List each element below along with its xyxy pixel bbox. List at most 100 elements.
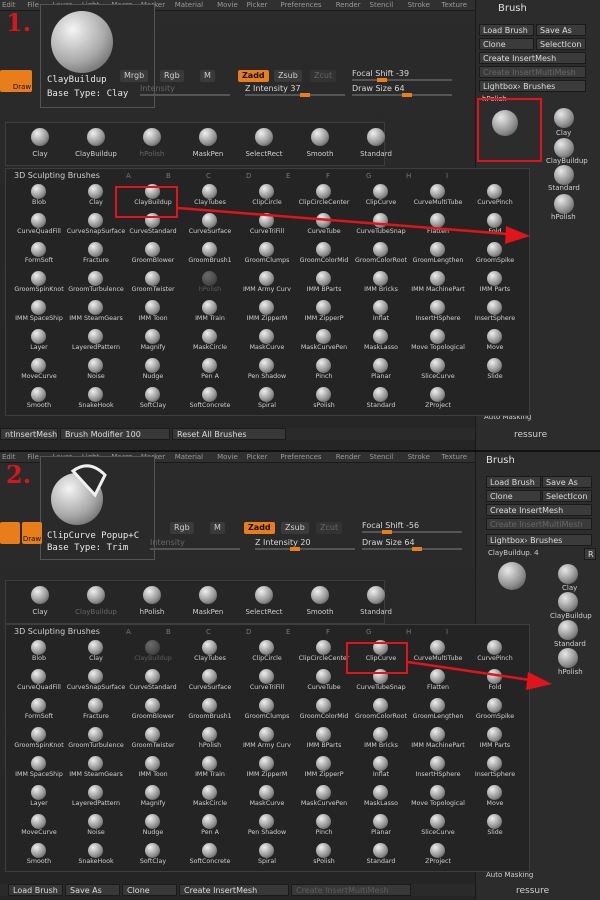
pressure-label[interactable]: ressure (516, 886, 549, 896)
rgb-button[interactable]: Rgb (170, 522, 194, 534)
brush-cell-imm-bricks[interactable]: IMM Bricks (352, 270, 410, 294)
brush-cell-insertsphere[interactable]: InsertSphere (466, 755, 524, 779)
brush-cell-clipcirclecenter[interactable]: ClipCircleCenter (295, 183, 353, 207)
zadd-button[interactable]: Zadd (244, 522, 275, 534)
brush-cell-curvemultitube[interactable]: CurveMultiTube (409, 183, 467, 207)
brush-cell-blob[interactable]: Blob (10, 639, 68, 663)
menu-item-render[interactable]: Render (336, 453, 361, 461)
menu-item-stroke[interactable]: Stroke (408, 453, 430, 461)
brush-cell-imm-parts[interactable]: IMM Parts (466, 270, 524, 294)
quick-brush-selectrect[interactable]: SelectRect (234, 582, 294, 622)
quick-brush-claybuildup[interactable]: ClayBuildup (66, 124, 126, 164)
rgb-intensity-slider[interactable]: Intensity (140, 84, 230, 96)
brush-cell-groomcolorroot[interactable]: GroomColorRoot (352, 241, 410, 265)
brush-cell-groomturbulence[interactable]: GroomTurbulence (67, 726, 125, 750)
brush-cell-groomlengthen[interactable]: GroomLengthen (409, 697, 467, 721)
brush-cell-nudge[interactable]: Nudge (124, 813, 182, 837)
brush-cell-claytubes[interactable]: ClayTubes (181, 183, 239, 207)
claybuildup-brush-icon[interactable] (558, 592, 578, 612)
brush-cell-imm-toon[interactable]: IMM Toon (124, 755, 182, 779)
brush-cell-imm-zipperp[interactable]: IMM ZipperP (295, 755, 353, 779)
r-button[interactable]: R (584, 548, 596, 560)
brush-cell-nudge[interactable]: Nudge (124, 357, 182, 381)
brush-cell-imm-bparts[interactable]: IMM BParts (295, 270, 353, 294)
menu-item-texture[interactable]: Texture (441, 1, 467, 9)
focal-shift-knob[interactable] (382, 530, 392, 534)
brush-cell-zproject[interactable]: ZProject (409, 386, 467, 410)
brush-cell-clipcirclecenter[interactable]: ClipCircleCenter (295, 639, 353, 663)
brush-cell-hpolish[interactable]: hPolish (181, 270, 239, 294)
save-as-button[interactable]: Save As (536, 24, 586, 36)
standard-brush-icon[interactable] (554, 165, 574, 185)
brush-cell-fracture[interactable]: Fracture (67, 697, 125, 721)
draw-size-slider[interactable]: Draw Size 64 (352, 84, 452, 97)
brush-cell-groomclumps[interactable]: GroomClumps (238, 697, 296, 721)
quick-brush-standard[interactable]: Standard (346, 582, 406, 622)
brush-modifier-slider[interactable]: Brush Modifier 100 (60, 428, 170, 440)
brush-cell-movecurve[interactable]: MoveCurve (10, 813, 68, 837)
menu-item-preferences[interactable]: Preferences (280, 1, 321, 9)
brush-cell-pen-a[interactable]: Pen A (181, 813, 239, 837)
quick-brush-maskpen[interactable]: MaskPen (178, 124, 238, 164)
load-brush-button[interactable]: Load Brush (486, 476, 541, 488)
zcut-button[interactable]: Zcut (310, 70, 337, 82)
quick-brush-hpolish[interactable]: hPolish (122, 124, 182, 164)
brush-cell-planar[interactable]: Planar (352, 357, 410, 381)
brush-cell-inflat[interactable]: Inflat (352, 299, 410, 323)
brush-cell-groombrush1[interactable]: GroomBrush1 (181, 697, 239, 721)
brush-cell-curvequadfill[interactable]: CurveQuadFill (10, 668, 68, 692)
create-insertmultimesh-button[interactable]: Create InsertMultiMesh (291, 884, 411, 896)
draw-size-knob[interactable] (412, 547, 422, 551)
brush-cell-maskcurve[interactable]: MaskCurve (238, 784, 296, 808)
brush-cell-move-topological[interactable]: Move Topological (409, 328, 467, 352)
brush-cell-snakehook[interactable]: SnakeHook (67, 386, 125, 410)
brush-cell-imm-machinepart[interactable]: IMM MachinePart (409, 270, 467, 294)
brush-cell-maskcurvepen[interactable]: MaskCurvePen (295, 328, 353, 352)
brush-cell-slicecurve[interactable]: SliceCurve (409, 357, 467, 381)
brush-cell-formsoft[interactable]: FormSoft (10, 241, 68, 265)
brush-cell-masklasso[interactable]: MaskLasso (352, 328, 410, 352)
brush-cell-curvetrifill[interactable]: CurveTriFill (238, 212, 296, 236)
brush-cell-softclay[interactable]: SoftClay (124, 842, 182, 866)
brush-cell-clipcurve[interactable]: ClipCurve (352, 183, 410, 207)
clone-button[interactable]: Clone (122, 884, 177, 896)
hpolish-brush-icon[interactable] (558, 648, 578, 668)
brush-cell-insertsphere[interactable]: InsertSphere (466, 299, 524, 323)
brush-cell-softconcrete[interactable]: SoftConcrete (181, 842, 239, 866)
z-intensity-slider[interactable]: Z Intensity 20 (255, 538, 355, 551)
draw-size-slider[interactable]: Draw Size 64 (362, 538, 462, 551)
brush-cell-noise[interactable]: Noise (67, 357, 125, 381)
brush-cell-curvesnapsurface[interactable]: CurveSnapSurface (67, 668, 125, 692)
quick-brush-standard[interactable]: Standard (346, 124, 406, 164)
brush-cell-imm-train[interactable]: IMM Train (181, 755, 239, 779)
brush-cell-imm-bricks[interactable]: IMM Bricks (352, 726, 410, 750)
brush-cell-curvemultitube[interactable]: CurveMultiTube (409, 639, 467, 663)
brush-cell-layeredpattern[interactable]: LayeredPattern (67, 328, 125, 352)
brush-cell-pinch[interactable]: Pinch (295, 813, 353, 837)
menu-item-render[interactable]: Render (336, 1, 361, 9)
clay-brush-icon[interactable] (554, 108, 574, 128)
m-button[interactable]: M (210, 522, 225, 534)
brush-cell-groomtwister[interactable]: GroomTwister (124, 726, 182, 750)
menu-item-movie[interactable]: Movie (217, 453, 238, 461)
m-button[interactable]: M (200, 70, 215, 82)
brush-cell-maskcurve[interactable]: MaskCurve (238, 328, 296, 352)
rgb-intensity-slider[interactable]: Intensity (150, 538, 240, 550)
select-icon-button[interactable]: SelectIcon (536, 38, 586, 50)
save-as-button[interactable]: Save As (65, 884, 120, 896)
auto-masking-label[interactable]: Auto Masking (486, 871, 533, 879)
brush-cell-curvetube[interactable]: CurveTube (295, 212, 353, 236)
brush-cell-groomblower[interactable]: GroomBlower (124, 241, 182, 265)
brush-cell-softclay[interactable]: SoftClay (124, 386, 182, 410)
brush-cell-magnify[interactable]: Magnify (124, 784, 182, 808)
brush-cell-maskcircle[interactable]: MaskCircle (181, 328, 239, 352)
brush-cell-inflat[interactable]: Inflat (352, 755, 410, 779)
brush-cell-slide[interactable]: Slide (466, 357, 524, 381)
z-intensity-knob[interactable] (300, 93, 310, 97)
menu-item-picker[interactable]: Picker (247, 453, 268, 461)
menu-item-picker[interactable]: Picker (247, 1, 268, 9)
brush-cell-slide[interactable]: Slide (466, 813, 524, 837)
lightbox-brushes-button[interactable]: Lightbox› Brushes (479, 80, 586, 92)
brush-cell-maskcurvepen[interactable]: MaskCurvePen (295, 784, 353, 808)
brush-cell-pen-a[interactable]: Pen A (181, 357, 239, 381)
